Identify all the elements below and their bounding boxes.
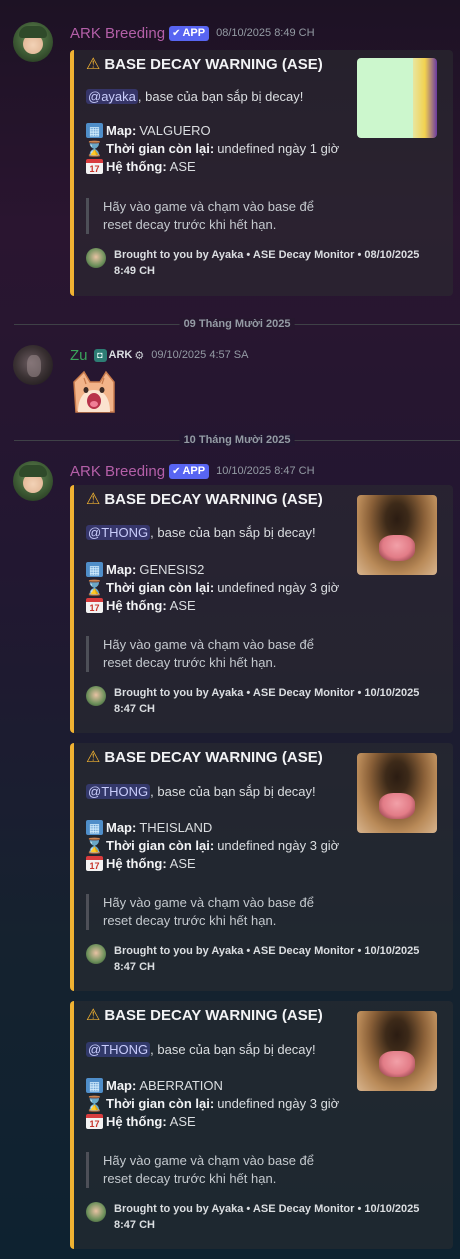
embed-footer: Brought to you by Ayaka • ASE Decay Moni…	[86, 685, 429, 717]
field-time: ⌛ Thời gian còn lại: undefined ngày 3 giờ	[85, 1095, 340, 1113]
embed-quote: Hãy vào game và chạm vào base để reset d…	[86, 894, 326, 930]
warning-icon: ⚠	[86, 491, 101, 508]
user-mention[interactable]: @THONG	[86, 784, 151, 799]
field-system: 17 Hệ thống: ASE	[86, 598, 196, 613]
check-icon: ✔	[172, 465, 181, 477]
app-badge: ✔ APP	[169, 25, 210, 41]
calendar-icon: 17	[86, 598, 103, 613]
author-name[interactable]: Zu	[70, 347, 88, 364]
footer-avatar	[86, 686, 106, 706]
map-icon: ▦	[86, 1078, 103, 1093]
decay-embed: ⚠ BASE DECAY WARNING (ASE) @THONG, base c…	[70, 485, 453, 733]
embed-footer: Brought to you by Ayaka • ASE Decay Moni…	[86, 943, 429, 975]
embed-description: @THONG, base của bạn sắp bị decay!	[86, 784, 316, 799]
field-map: ▦ Map: VALGUERO	[86, 123, 211, 138]
app-badge: ✔ APP	[169, 463, 210, 479]
embed-footer: Brought to you by Ayaka • ASE Decay Moni…	[86, 247, 429, 279]
date-divider: 09 Tháng Mười 2025	[14, 318, 460, 330]
embed-thumbnail[interactable]	[357, 58, 437, 138]
embed-thumbnail[interactable]	[357, 495, 437, 575]
embed-description: @THONG, base của bạn sắp bị decay!	[86, 1042, 316, 1057]
avatar-ark-breeding[interactable]	[13, 461, 53, 501]
field-system: 17 Hệ thống: ASE	[86, 856, 196, 871]
warning-icon: ⚠	[86, 1007, 101, 1024]
hourglass-icon: ⌛	[85, 140, 104, 158]
hourglass-icon: ⌛	[85, 837, 104, 855]
field-map: ▦ Map: THEISLAND	[86, 820, 212, 835]
message-header: ARK Breeding ✔ APP 10/10/2025 8:47 CH	[70, 461, 315, 481]
date-divider-label: 10 Tháng Mười 2025	[179, 434, 295, 446]
embed-description: @ayaka, base của bạn sắp bị decay!	[86, 89, 304, 104]
field-time: ⌛ Thời gian còn lại: undefined ngày 3 giờ	[85, 837, 340, 855]
decay-embed: ⚠ BASE DECAY WARNING (ASE) @THONG, base c…	[70, 743, 453, 991]
field-time: ⌛ Thời gian còn lại: undefined ngày 1 giờ	[85, 140, 340, 158]
embed-title: ⚠ BASE DECAY WARNING (ASE)	[86, 55, 323, 74]
timestamp[interactable]: 09/10/2025 4:57 SA	[151, 349, 248, 361]
footer-text: Brought to you by Ayaka • ASE Decay Moni…	[114, 249, 420, 277]
map-icon: ▦	[86, 562, 103, 577]
calendar-icon: 17	[86, 856, 103, 871]
embed-quote: Hãy vào game và chạm vào base để reset d…	[86, 636, 326, 672]
avatar-zu[interactable]	[13, 345, 53, 385]
date-divider-label: 09 Tháng Mười 2025	[179, 318, 295, 330]
timestamp[interactable]: 08/10/2025 8:49 CH	[216, 27, 314, 39]
embed-thumbnail[interactable]	[357, 753, 437, 833]
embed-description: @THONG, base của bạn sắp bị decay!	[86, 525, 316, 540]
shield-icon: ◘	[93, 348, 107, 362]
decay-embed: ⚠ BASE DECAY WARNING (ASE) @ayaka, base c…	[70, 50, 453, 296]
embed-footer: Brought to you by Ayaka • ASE Decay Moni…	[86, 1201, 429, 1233]
footer-avatar	[86, 248, 106, 268]
timestamp[interactable]: 10/10/2025 8:47 CH	[216, 465, 314, 477]
embed-title: ⚠ BASE DECAY WARNING (ASE)	[86, 490, 323, 509]
embed-quote: Hãy vào game và chạm vào base để reset d…	[86, 1152, 326, 1188]
user-mention[interactable]: @ayaka	[86, 89, 138, 104]
embed-title: ⚠ BASE DECAY WARNING (ASE)	[86, 1006, 323, 1025]
calendar-icon: 17	[86, 159, 103, 174]
map-icon: ▦	[86, 820, 103, 835]
cat-sticker[interactable]	[70, 368, 118, 416]
embed-quote: Hãy vào game và chạm vào base để reset d…	[86, 198, 326, 234]
avatar-ark-breeding[interactable]	[13, 22, 53, 62]
footer-text: Brought to you by Ayaka • ASE Decay Moni…	[114, 945, 420, 973]
embed-title: ⚠ BASE DECAY WARNING (ASE)	[86, 748, 323, 767]
warning-icon: ⚠	[86, 56, 101, 73]
field-map: ▦ Map: ABERRATION	[86, 1078, 223, 1093]
footer-avatar	[86, 1202, 106, 1222]
embed-thumbnail[interactable]	[357, 1011, 437, 1091]
decay-embed: ⚠ BASE DECAY WARNING (ASE) @THONG, base c…	[70, 1001, 453, 1249]
field-map: ▦ Map: GENESIS2	[86, 562, 204, 577]
warning-icon: ⚠	[86, 749, 101, 766]
footer-text: Brought to you by Ayaka • ASE Decay Moni…	[114, 1203, 420, 1231]
hourglass-icon: ⌛	[85, 1095, 104, 1113]
hourglass-icon: ⌛	[85, 579, 104, 597]
check-icon: ✔	[172, 27, 181, 39]
calendar-icon: 17	[86, 1114, 103, 1129]
user-mention[interactable]: @THONG	[86, 1042, 151, 1057]
user-mention[interactable]: @THONG	[86, 525, 151, 540]
message-header: ARK Breeding ✔ APP 08/10/2025 8:49 CH	[70, 23, 315, 43]
footer-text: Brought to you by Ayaka • ASE Decay Moni…	[114, 687, 420, 715]
field-system: 17 Hệ thống: ASE	[86, 159, 196, 174]
map-icon: ▦	[86, 123, 103, 138]
author-name[interactable]: ARK Breeding	[70, 463, 165, 480]
gear-icon: ⚙	[134, 349, 145, 362]
date-divider: 10 Tháng Mười 2025	[14, 434, 460, 446]
footer-avatar	[86, 944, 106, 964]
role-tag: ◘ ARK ⚙	[93, 348, 145, 362]
field-system: 17 Hệ thống: ASE	[86, 1114, 196, 1129]
field-time: ⌛ Thời gian còn lại: undefined ngày 3 giờ	[85, 579, 340, 597]
message-header: Zu ◘ ARK ⚙ 09/10/2025 4:57 SA	[70, 345, 248, 365]
author-name[interactable]: ARK Breeding	[70, 25, 165, 42]
